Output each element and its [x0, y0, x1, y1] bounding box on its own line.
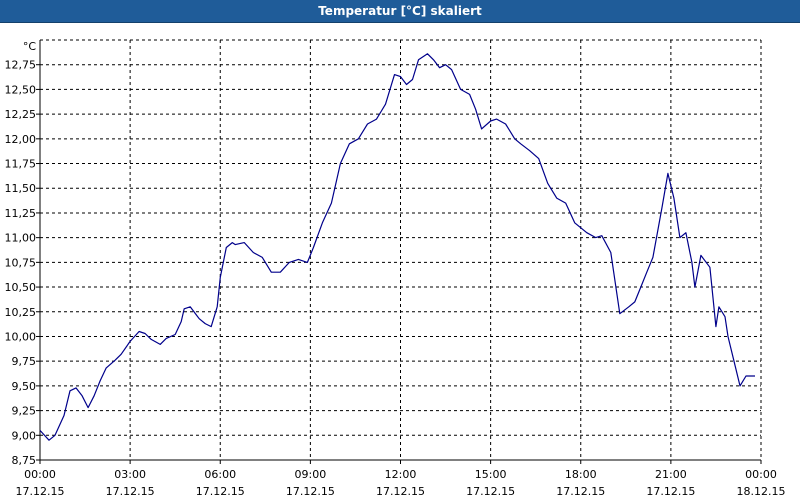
y-tick-label: 12,00 — [5, 133, 37, 146]
x-tick-time-label: 12:00 — [385, 468, 417, 481]
y-tick-label: 9,50 — [12, 380, 37, 393]
y-tick-label: 10,50 — [5, 281, 37, 294]
y-tick-label: 10,25 — [5, 306, 37, 319]
x-tick-time-label: 21:00 — [655, 468, 687, 481]
x-tick-date-label: 17.12.15 — [556, 485, 605, 498]
x-tick-date-label: 17.12.15 — [196, 485, 245, 498]
x-tick-labels: 00:00 17.12.15 03:00 17.12.15 06:00 17.12.15 0… — [16, 468, 786, 498]
x-tick-date-label: 17.12.15 — [106, 485, 155, 498]
x-tick-date-label: 17.12.15 — [646, 485, 695, 498]
x-tick-time-label: 15:00 — [475, 468, 507, 481]
y-tick-label: 11,75 — [5, 158, 37, 171]
y-tick-label: 9,25 — [12, 405, 37, 418]
y-tick-label: 12,50 — [5, 83, 37, 96]
x-tick-time-label: 03:00 — [114, 468, 146, 481]
x-tick-time-label: 18:00 — [565, 468, 597, 481]
y-tick-label: 10,75 — [5, 256, 37, 269]
y-tick-label: 9,75 — [12, 355, 37, 368]
chart-window: Temperatur [°C] skaliert °C 8,75 9,00 9,25… — [0, 0, 800, 500]
y-tick-label: 11,25 — [5, 207, 37, 220]
y-tick-label: 8,75 — [12, 454, 37, 467]
temperature-line-chart: °C 8,75 9,00 9,25 9,50 9,75 10,00 10,25 10,50 10… — [5, 39, 786, 498]
y-axis-unit: °C — [23, 40, 37, 53]
y-tick-label: 10,00 — [5, 330, 37, 343]
y-tick-label: 12,25 — [5, 108, 37, 121]
x-tick-time-label: 00:00 — [745, 468, 777, 481]
x-tick-time-label: 06:00 — [204, 468, 236, 481]
y-tick-label: 11,00 — [5, 232, 37, 245]
x-tick-date-label: 17.12.15 — [286, 485, 335, 498]
y-tick-label: 9,00 — [12, 429, 37, 442]
x-tick-date-label: 17.12.15 — [466, 485, 515, 498]
x-tick-date-label: 17.12.15 — [16, 485, 65, 498]
x-tick-time-label: 00:00 — [24, 468, 56, 481]
y-tick-labels: 8,75 9,00 9,25 9,50 9,75 10,00 10,25 10,50 10,75… — [5, 59, 37, 467]
x-tick-time-label: 09:00 — [295, 468, 327, 481]
x-tick-date-label: 18.12.15 — [737, 485, 786, 498]
y-tick-label: 12,75 — [5, 59, 37, 72]
y-tick-label: 11,50 — [5, 182, 37, 195]
x-tick-date-label: 17.12.15 — [376, 485, 425, 498]
